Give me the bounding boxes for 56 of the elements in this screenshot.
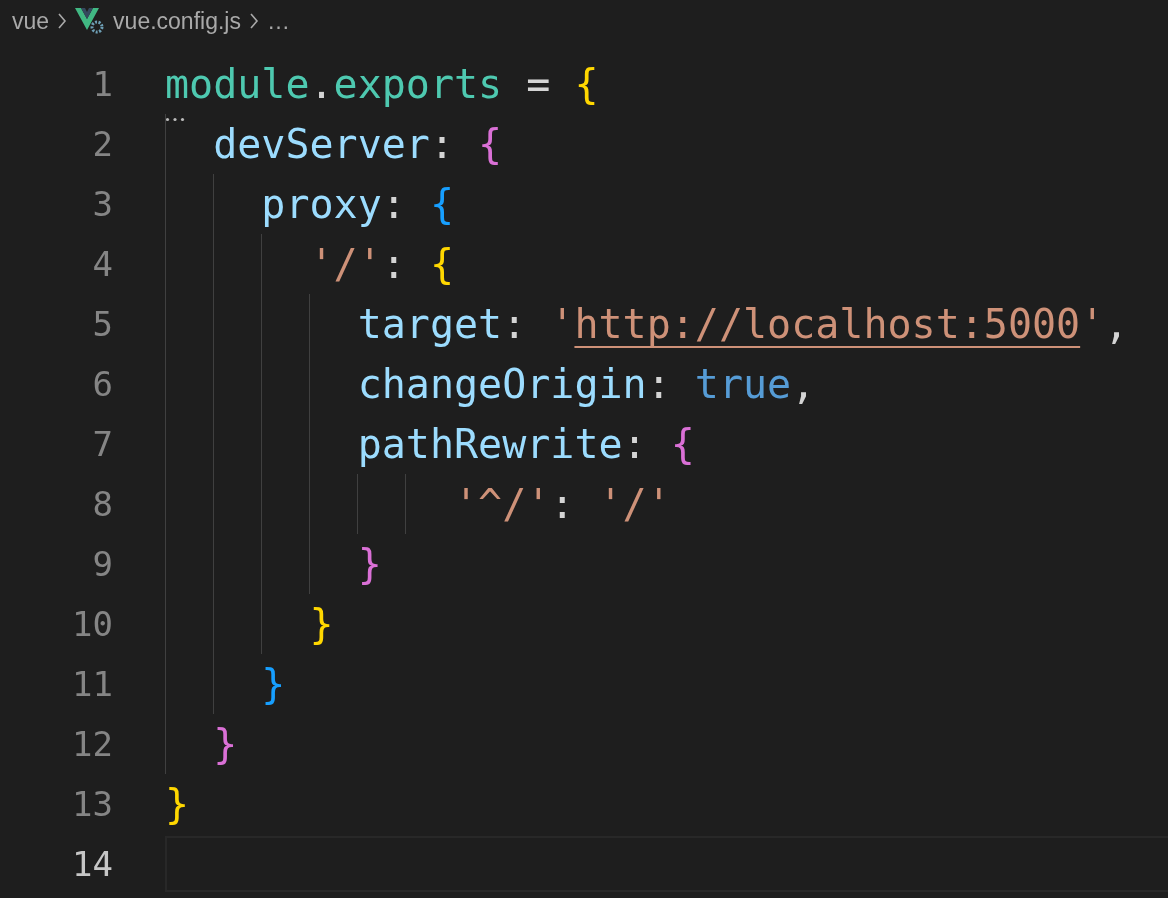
code-token: { [477, 121, 503, 167]
code-token: proxy [260, 181, 382, 227]
code-token: pathRewrite [356, 421, 623, 467]
code-token: . [309, 61, 334, 107]
line-number: 13 [71, 784, 113, 824]
breadcrumb-item[interactable]: vue [12, 7, 50, 35]
code-token: { [428, 241, 454, 287]
line-number: 11 [71, 664, 113, 704]
line-number: 7 [91, 424, 113, 464]
code-token: ' [1080, 301, 1105, 347]
code-token: } [260, 661, 286, 707]
line-number: 4 [91, 244, 113, 284]
breadcrumb-more[interactable]: … [266, 7, 290, 35]
code-token: { [428, 181, 454, 227]
line-number: 6 [91, 364, 113, 404]
line-number: 14 [71, 844, 113, 884]
code-token: ' [549, 301, 575, 347]
line-number: 12 [71, 724, 113, 764]
code-token: { [573, 61, 599, 107]
code-token: : [550, 481, 575, 527]
code-token: : [622, 421, 647, 467]
code-token: } [165, 781, 190, 827]
line-number: 5 [91, 304, 113, 344]
line-number: 2 [91, 124, 113, 164]
code-token: { [669, 421, 695, 467]
code-token: , [1104, 301, 1129, 347]
code-token: target [356, 301, 503, 347]
code-token: true [693, 361, 792, 407]
code-token: module [165, 61, 310, 107]
code-token: } [308, 601, 334, 647]
code-token: '^/' [453, 481, 551, 527]
code-token: devServer [212, 121, 430, 167]
line-number: 10 [71, 604, 113, 644]
code-token: : [381, 181, 406, 227]
line-number: 9 [91, 544, 113, 584]
code-token: : [502, 301, 527, 347]
code-token: : [381, 241, 406, 287]
code-token: changeOrigin [356, 361, 647, 407]
code-token: : [429, 121, 454, 167]
code-token: '/' [308, 241, 382, 287]
chevron-icon [57, 12, 68, 30]
line-number: 1 [91, 64, 113, 104]
code-token: exports [333, 61, 503, 107]
code-token: = [525, 61, 551, 107]
vue-gear-icon [75, 8, 106, 34]
line-number: 8 [91, 484, 113, 524]
code-token: , [791, 361, 816, 407]
line-number: 3 [91, 184, 113, 224]
chevron-icon [248, 12, 259, 30]
code-token: : [646, 361, 671, 407]
breadcrumb-item[interactable]: vue.config.js [113, 7, 241, 35]
fold-dots-icon [165, 117, 185, 122]
code-token: '/' [597, 481, 671, 527]
code-token: } [356, 541, 382, 587]
url-link[interactable]: http://localhost:5000 [574, 301, 1081, 347]
code-token: } [212, 721, 238, 767]
